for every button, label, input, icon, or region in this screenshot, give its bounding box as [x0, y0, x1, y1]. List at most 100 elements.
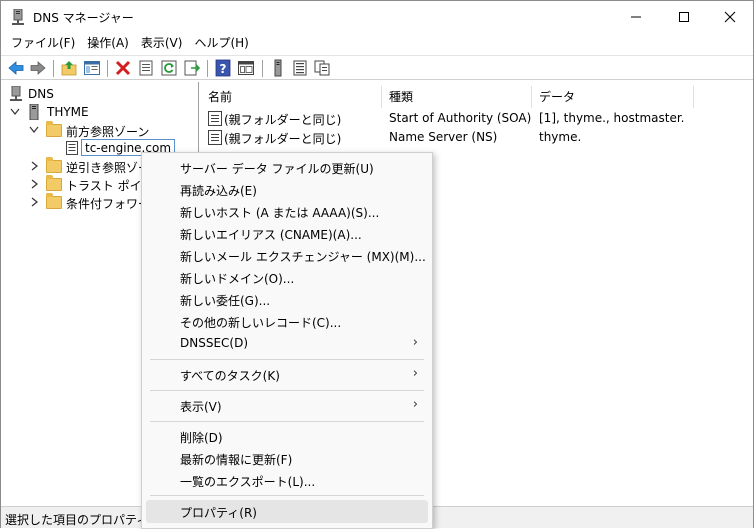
- chevron-down-icon[interactable]: [29, 126, 39, 134]
- menu-item-label: サーバー データ ファイルの更新(U): [180, 162, 374, 176]
- toolbar: ?: [1, 55, 753, 80]
- toolbar-separator: [107, 60, 108, 77]
- toolbar-separator: [207, 60, 208, 77]
- delete-icon[interactable]: [114, 59, 132, 77]
- record-name: (親フォルダーと同じ): [224, 132, 342, 146]
- server-icon: [29, 104, 39, 120]
- properties-icon[interactable]: [137, 59, 155, 77]
- refresh-icon[interactable]: [160, 59, 178, 77]
- menu-item-new-delegation[interactable]: 新しい委任(G)...: [146, 288, 428, 310]
- tree-label-server: THYME: [47, 105, 89, 119]
- folder-icon: [46, 193, 62, 209]
- toolbar-separator: [53, 60, 54, 77]
- table-row[interactable]: (親フォルダーと同じ) Name Server (NS) thyme.: [202, 128, 753, 148]
- chevron-right-icon[interactable]: [31, 197, 39, 207]
- folder-icon: [46, 157, 62, 173]
- folder-icon: [46, 175, 62, 191]
- table-row[interactable]: (親フォルダーと同じ) Start of Authority (SOA) [1]…: [202, 109, 753, 129]
- menu-item-export-list[interactable]: 一覧のエクスポート(L)...: [146, 469, 428, 491]
- server-icon[interactable]: [269, 59, 287, 77]
- export-icon[interactable]: [183, 59, 201, 77]
- show-hide-tree-icon[interactable]: [83, 59, 101, 77]
- menu-item-new-mail-exchanger[interactable]: 新しいメール エクスチェンジャー (MX)(M)...: [146, 244, 428, 266]
- menu-separator: [150, 390, 424, 391]
- record-data: [1], thyme., hostmaster.: [539, 111, 685, 125]
- window-title: DNS マネージャー: [33, 11, 134, 25]
- menu-bar: ファイル(F) 操作(A) 表示(V) ヘルプ(H): [1, 32, 753, 54]
- menu-item-view[interactable]: 表示(V) ›: [146, 394, 428, 416]
- dns-manager-window: DNS マネージャー ファイル(F) 操作(A) 表示(V) ヘルプ(H) ? …: [0, 0, 754, 529]
- minimize-button[interactable]: [613, 1, 659, 32]
- close-icon: [724, 11, 736, 22]
- chevron-down-icon[interactable]: [10, 108, 20, 116]
- column-header-name[interactable]: 名前: [202, 86, 382, 108]
- record-type: Start of Authority (SOA): [389, 111, 532, 125]
- record-icon: [208, 130, 222, 145]
- menu-item-delete[interactable]: 削除(D): [146, 425, 428, 447]
- record-type: Name Server (NS): [389, 130, 498, 144]
- menu-item-label: 新しいドメイン(O)...: [180, 272, 295, 286]
- submenu-arrow-icon: ›: [412, 397, 418, 412]
- forward-arrow-icon[interactable]: [29, 59, 47, 77]
- menu-separator: [150, 421, 424, 422]
- menu-item-label: 再読み込み(E): [180, 184, 257, 198]
- context-menu: サーバー データ ファイルの更新(U) 再読み込み(E) 新しいホスト (A ま…: [141, 152, 433, 529]
- submenu-arrow-icon: ›: [412, 366, 418, 381]
- console-icon[interactable]: [237, 59, 255, 77]
- menu-item-update-server-data-file[interactable]: サーバー データ ファイルの更新(U): [146, 156, 428, 178]
- minimize-icon: [631, 16, 641, 17]
- menu-item-reload[interactable]: 再読み込み(E): [146, 178, 428, 200]
- submenu-arrow-icon: ›: [412, 335, 418, 350]
- menu-item-label: 最新の情報に更新(F): [180, 453, 293, 467]
- menu-separator: [150, 359, 424, 360]
- menu-help[interactable]: ヘルプ(H): [188, 33, 254, 53]
- menu-item-label: 新しいホスト (A または AAAA)(S)...: [180, 206, 380, 220]
- menu-item-label: 表示(V): [180, 400, 222, 414]
- menu-item-label: 一覧のエクスポート(L)...: [180, 475, 316, 489]
- tree-label-reverse-zones: 逆引き参照ゾー: [66, 161, 151, 175]
- menu-action[interactable]: 操作(A): [81, 33, 135, 53]
- menu-item-new-alias[interactable]: 新しいエイリアス (CNAME)(A)...: [146, 222, 428, 244]
- tree-item-server[interactable]: THYME: [1, 103, 199, 121]
- menu-item-dnssec[interactable]: DNSSEC(D) ›: [146, 332, 428, 354]
- menu-item-properties[interactable]: プロパティ(R): [146, 500, 428, 523]
- column-header-data[interactable]: データ: [533, 86, 694, 108]
- menu-item-label: 新しい委任(G)...: [180, 294, 271, 308]
- maximize-button[interactable]: [661, 1, 707, 32]
- help-icon[interactable]: ?: [214, 59, 232, 77]
- list-icon[interactable]: [291, 59, 309, 77]
- svg-text:?: ?: [220, 62, 227, 76]
- chevron-right-icon[interactable]: [31, 179, 39, 189]
- zone-icon: [66, 141, 78, 155]
- folder-icon: [46, 121, 62, 137]
- close-button[interactable]: [707, 1, 753, 32]
- menu-item-label: すべてのタスク(K): [180, 369, 280, 383]
- menu-item-label: 新しいメール エクスチェンジャー (MX)(M)...: [180, 250, 426, 264]
- menu-file[interactable]: ファイル(F): [5, 33, 81, 53]
- copy-icon[interactable]: [313, 59, 331, 77]
- menu-item-new-domain[interactable]: 新しいドメイン(O)...: [146, 266, 428, 288]
- menu-item-all-tasks[interactable]: すべてのタスク(K) ›: [146, 363, 428, 385]
- menu-view[interactable]: 表示(V): [135, 33, 189, 53]
- column-header-type[interactable]: 種類: [383, 86, 532, 108]
- tree-item-forward-zones[interactable]: 前方参照ゾーン: [1, 121, 199, 139]
- menu-item-other-new-records[interactable]: その他の新しいレコード(C)...: [146, 310, 428, 332]
- dns-app-icon: [12, 9, 24, 25]
- menu-item-label: 新しいエイリアス (CNAME)(A)...: [180, 228, 362, 242]
- title-bar: DNS マネージャー: [1, 1, 753, 32]
- tree-item-dns-root[interactable]: DNS: [1, 85, 199, 103]
- dns-root-icon: [10, 86, 22, 101]
- menu-item-label: その他の新しいレコード(C)...: [180, 316, 342, 330]
- record-name: (親フォルダーと同じ): [224, 113, 342, 127]
- tree-label-forward-zones: 前方参照ゾーン: [66, 125, 150, 139]
- folder-up-icon[interactable]: [60, 59, 78, 77]
- menu-item-refresh[interactable]: 最新の情報に更新(F): [146, 447, 428, 469]
- record-icon: [208, 111, 222, 126]
- menu-separator: [150, 495, 424, 496]
- chevron-right-icon[interactable]: [31, 161, 39, 171]
- menu-item-label: DNSSEC(D): [180, 336, 249, 350]
- menu-item-new-host[interactable]: 新しいホスト (A または AAAA)(S)...: [146, 200, 428, 222]
- tree-label-dns: DNS: [28, 87, 54, 101]
- toolbar-separator: [262, 60, 263, 77]
- back-arrow-icon[interactable]: [7, 59, 25, 77]
